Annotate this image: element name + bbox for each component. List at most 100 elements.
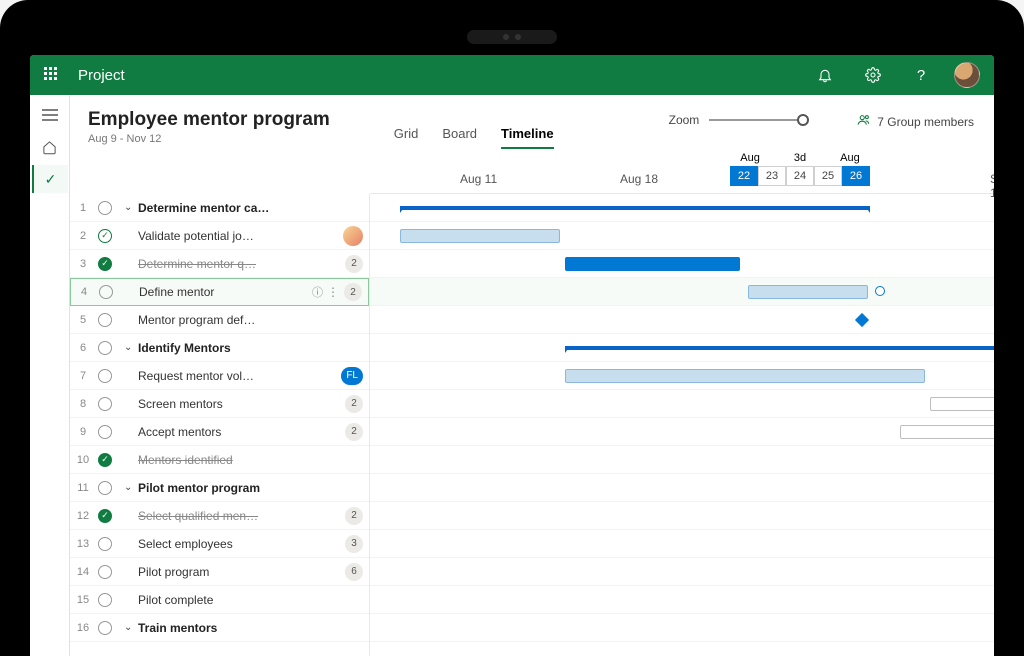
gantt-row[interactable]	[370, 306, 994, 334]
status-icon[interactable]	[98, 481, 112, 495]
gantt-row[interactable]	[370, 334, 994, 362]
date-cell[interactable]: 26	[842, 166, 870, 186]
home-icon[interactable]	[32, 133, 68, 161]
screen: Project ? ✓	[30, 55, 994, 656]
gantt-bar[interactable]	[855, 313, 869, 327]
chevron-down-icon[interactable]: ⌄	[124, 482, 134, 493]
chevron-down-icon[interactable]: ⌄	[124, 202, 134, 213]
task-name: Request mentor vol…	[138, 369, 335, 383]
status-icon[interactable]	[98, 201, 112, 215]
status-icon[interactable]	[98, 593, 112, 607]
gantt-row[interactable]	[370, 474, 994, 502]
task-row[interactable]: 12Select qualified men…2	[70, 502, 369, 530]
task-name: Define mentor	[139, 285, 308, 299]
gantt-row[interactable]	[370, 614, 994, 642]
gantt-bar[interactable]	[930, 397, 994, 411]
task-row[interactable]: 16⌄Train mentors	[70, 614, 369, 642]
user-avatar[interactable]	[954, 62, 980, 88]
status-icon[interactable]	[98, 257, 112, 271]
row-number: 11	[74, 482, 92, 494]
gantt-bar[interactable]	[565, 346, 994, 350]
tab-grid[interactable]: Grid	[394, 126, 419, 149]
status-icon[interactable]	[98, 621, 112, 635]
task-name: Train mentors	[138, 621, 363, 635]
more-icon[interactable]: ⋮	[327, 285, 338, 299]
project-header: Employee mentor program Aug 9 - Nov 12 G…	[70, 95, 994, 150]
status-icon[interactable]	[98, 369, 112, 383]
task-row[interactable]: 6⌄Identify Mentors	[70, 334, 369, 362]
group-members-button[interactable]: 7 Group members	[857, 113, 974, 130]
task-row[interactable]: 4Define mentorⓘ⋮2	[70, 278, 369, 306]
help-icon[interactable]: ?	[906, 60, 936, 90]
task-row[interactable]: 10Mentors identified	[70, 446, 369, 474]
status-icon[interactable]	[98, 313, 112, 327]
task-row[interactable]: 15Pilot complete	[70, 586, 369, 614]
status-icon[interactable]	[98, 341, 112, 355]
gantt-bar[interactable]	[400, 229, 560, 243]
left-rail: ✓	[30, 95, 70, 656]
status-icon[interactable]	[98, 537, 112, 551]
gantt-row[interactable]	[370, 418, 994, 446]
date-cell[interactable]: 24	[786, 166, 814, 186]
assignee-avatar[interactable]	[343, 226, 363, 246]
notification-icon[interactable]	[810, 60, 840, 90]
settings-icon[interactable]	[858, 60, 888, 90]
progress-handle[interactable]	[875, 286, 885, 296]
task-row[interactable]: 5Mentor program def…	[70, 306, 369, 334]
gantt-row[interactable]	[370, 446, 994, 474]
status-icon[interactable]	[98, 425, 112, 439]
gantt-bar[interactable]	[565, 257, 740, 271]
people-icon	[857, 113, 871, 130]
task-row[interactable]: 7 Request mentor vol… FL	[70, 362, 369, 390]
count-badge: FL	[341, 367, 363, 385]
gantt-row[interactable]	[370, 586, 994, 614]
row-number: 2	[74, 230, 92, 242]
chevron-down-icon[interactable]: ⌄	[124, 342, 134, 353]
date-cell[interactable]: 23	[758, 166, 786, 186]
gantt-row[interactable]	[370, 250, 994, 278]
body: 1⌄Determine mentor ca…2Validate potentia…	[70, 194, 994, 656]
status-icon[interactable]	[98, 397, 112, 411]
gantt-bar[interactable]	[565, 369, 925, 383]
chevron-down-icon[interactable]: ⌄	[124, 622, 134, 633]
task-name: Pilot program	[138, 565, 339, 579]
status-icon[interactable]	[98, 509, 112, 523]
gantt-bar[interactable]	[400, 206, 870, 210]
info-icon[interactable]: ⓘ	[312, 284, 323, 300]
zoom-slider[interactable]	[709, 119, 809, 121]
task-row[interactable]: 1⌄Determine mentor ca…	[70, 194, 369, 222]
gantt-row[interactable]	[370, 390, 994, 418]
gantt-row[interactable]	[370, 278, 994, 306]
gantt-row[interactable]	[370, 502, 994, 530]
gantt-row[interactable]	[370, 194, 994, 222]
tab-board[interactable]: Board	[442, 126, 477, 149]
count-badge: 2	[344, 283, 362, 301]
status-icon[interactable]	[98, 229, 112, 243]
task-row[interactable]: 14Pilot program6	[70, 558, 369, 586]
view-tabs: Grid Board Timeline	[394, 109, 554, 149]
date-cell[interactable]: 22	[730, 166, 758, 186]
row-number: 7	[74, 370, 92, 382]
task-row[interactable]: 13Select employees3	[70, 530, 369, 558]
tab-timeline[interactable]: Timeline	[501, 126, 554, 149]
task-row[interactable]: 2Validate potential jo…	[70, 222, 369, 250]
task-row[interactable]: 8Screen mentors2	[70, 390, 369, 418]
zoom-thumb[interactable]	[797, 114, 809, 126]
gantt-bar[interactable]	[748, 285, 868, 299]
date-focus[interactable]: Aug3dAug2223242526	[730, 152, 870, 186]
status-icon[interactable]	[98, 453, 112, 467]
tasks-icon[interactable]: ✓	[32, 165, 68, 193]
app-launcher-icon[interactable]	[44, 67, 60, 83]
gantt-row[interactable]	[370, 530, 994, 558]
gantt-row[interactable]	[370, 222, 994, 250]
menu-icon[interactable]	[32, 101, 68, 129]
task-row[interactable]: 11⌄Pilot mentor program	[70, 474, 369, 502]
gantt-row[interactable]	[370, 558, 994, 586]
task-row[interactable]: 9Accept mentors2	[70, 418, 369, 446]
task-row[interactable]: 3Determine mentor q…2	[70, 250, 369, 278]
status-icon[interactable]	[99, 285, 113, 299]
gantt-bar[interactable]	[900, 425, 994, 439]
gantt-row[interactable]	[370, 362, 994, 390]
date-cell[interactable]: 25	[814, 166, 842, 186]
status-icon[interactable]	[98, 565, 112, 579]
